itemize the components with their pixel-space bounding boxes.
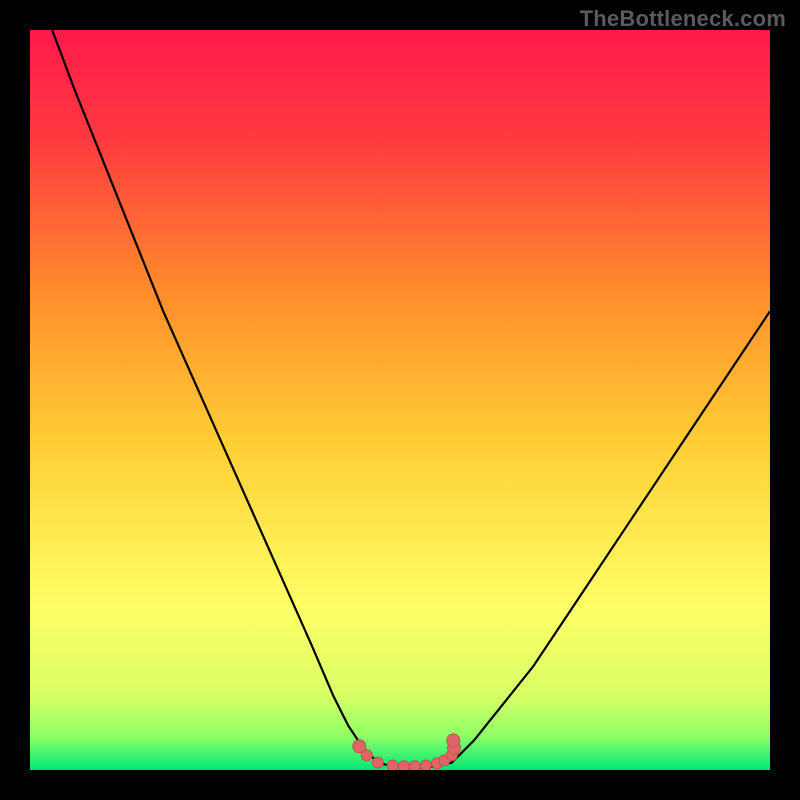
valley-marker xyxy=(447,734,460,747)
valley-marker xyxy=(398,761,409,770)
chart-frame: TheBottleneck.com xyxy=(0,0,800,800)
valley-marker xyxy=(387,760,398,770)
valley-marker xyxy=(420,760,431,770)
heatmap-background xyxy=(30,30,770,770)
bottleneck-curve-chart xyxy=(30,30,770,770)
valley-marker xyxy=(361,750,372,761)
plot-area xyxy=(30,30,770,770)
valley-marker xyxy=(409,761,420,770)
valley-marker xyxy=(372,757,383,768)
attribution-watermark: TheBottleneck.com xyxy=(580,6,786,32)
